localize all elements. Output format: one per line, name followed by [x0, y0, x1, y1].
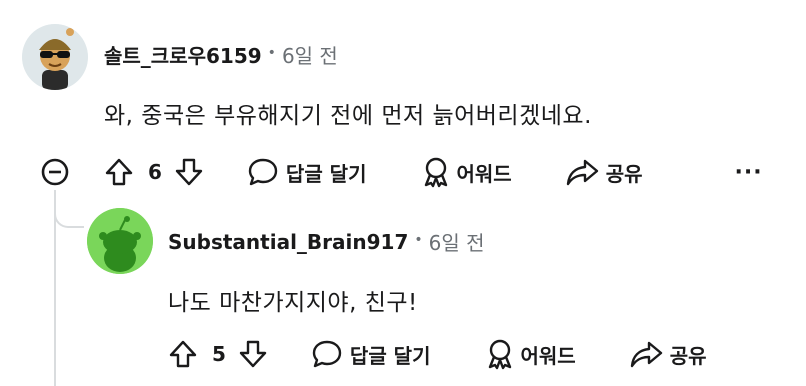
comment-actions: 5 답글 달기 어워드 공유	[166, 332, 707, 376]
comment-actions: 6 답글 달기 어워드 공유 ···	[102, 150, 763, 194]
snoo-sunglasses-avatar-icon	[22, 24, 88, 90]
upvote-button[interactable]	[102, 155, 136, 189]
upvote-button[interactable]	[166, 337, 200, 371]
thread-branch	[54, 190, 84, 228]
share-button[interactable]: 공유	[564, 155, 643, 189]
downvote-button[interactable]	[236, 337, 270, 371]
share-label: 공유	[669, 343, 707, 368]
comment-header: 솔트_크로우6159 • 6일 전	[104, 40, 338, 69]
reply-button[interactable]: 답글 달기	[310, 337, 431, 371]
timestamp[interactable]: 6일 전	[429, 227, 485, 256]
arrow-up-icon	[105, 158, 133, 186]
username[interactable]: Substantial_Brain917	[168, 230, 408, 254]
minus-circle-icon	[41, 158, 69, 186]
share-button[interactable]: 공유	[628, 337, 707, 371]
arrow-down-icon	[239, 340, 267, 368]
award-label: 어워드	[520, 343, 576, 368]
username[interactable]: 솔트_크로우6159	[104, 40, 262, 69]
award-ribbon-icon	[488, 339, 511, 370]
downvote-button[interactable]	[172, 155, 206, 189]
award-button[interactable]: 어워드	[483, 337, 576, 371]
arrow-down-icon	[175, 158, 203, 186]
comment-body: 와, 중국은 부유해지기 전에 먼저 늙어버리겠네요.	[104, 103, 592, 129]
more-options-button[interactable]: ···	[735, 160, 763, 185]
collapse-button[interactable]	[40, 157, 70, 187]
vote-count: 6	[148, 160, 162, 184]
timestamp[interactable]: 6일 전	[282, 40, 338, 69]
comment-body: 나도 마찬가지지야, 친구!	[168, 290, 418, 316]
separator-dot: •	[267, 44, 276, 61]
separator-dot: •	[414, 231, 423, 248]
snoo-default-avatar-icon	[87, 208, 153, 274]
speech-bubble-icon	[248, 158, 278, 186]
award-button[interactable]: 어워드	[419, 155, 512, 189]
reply-label: 답글 달기	[285, 161, 367, 186]
share-arrow-icon	[566, 159, 598, 186]
vote-count: 5	[212, 342, 226, 366]
arrow-up-icon	[169, 340, 197, 368]
award-ribbon-icon	[424, 157, 447, 188]
avatar[interactable]	[22, 24, 88, 90]
award-label: 어워드	[456, 161, 512, 186]
speech-bubble-icon	[312, 340, 342, 368]
share-label: 공유	[605, 161, 643, 186]
avatar[interactable]	[87, 208, 153, 274]
reply-button[interactable]: 답글 달기	[246, 155, 367, 189]
share-arrow-icon	[630, 341, 662, 368]
comment-header: Substantial_Brain917 • 6일 전	[168, 227, 485, 256]
more-icon: ···	[734, 159, 763, 185]
reply-label: 답글 달기	[349, 343, 431, 368]
